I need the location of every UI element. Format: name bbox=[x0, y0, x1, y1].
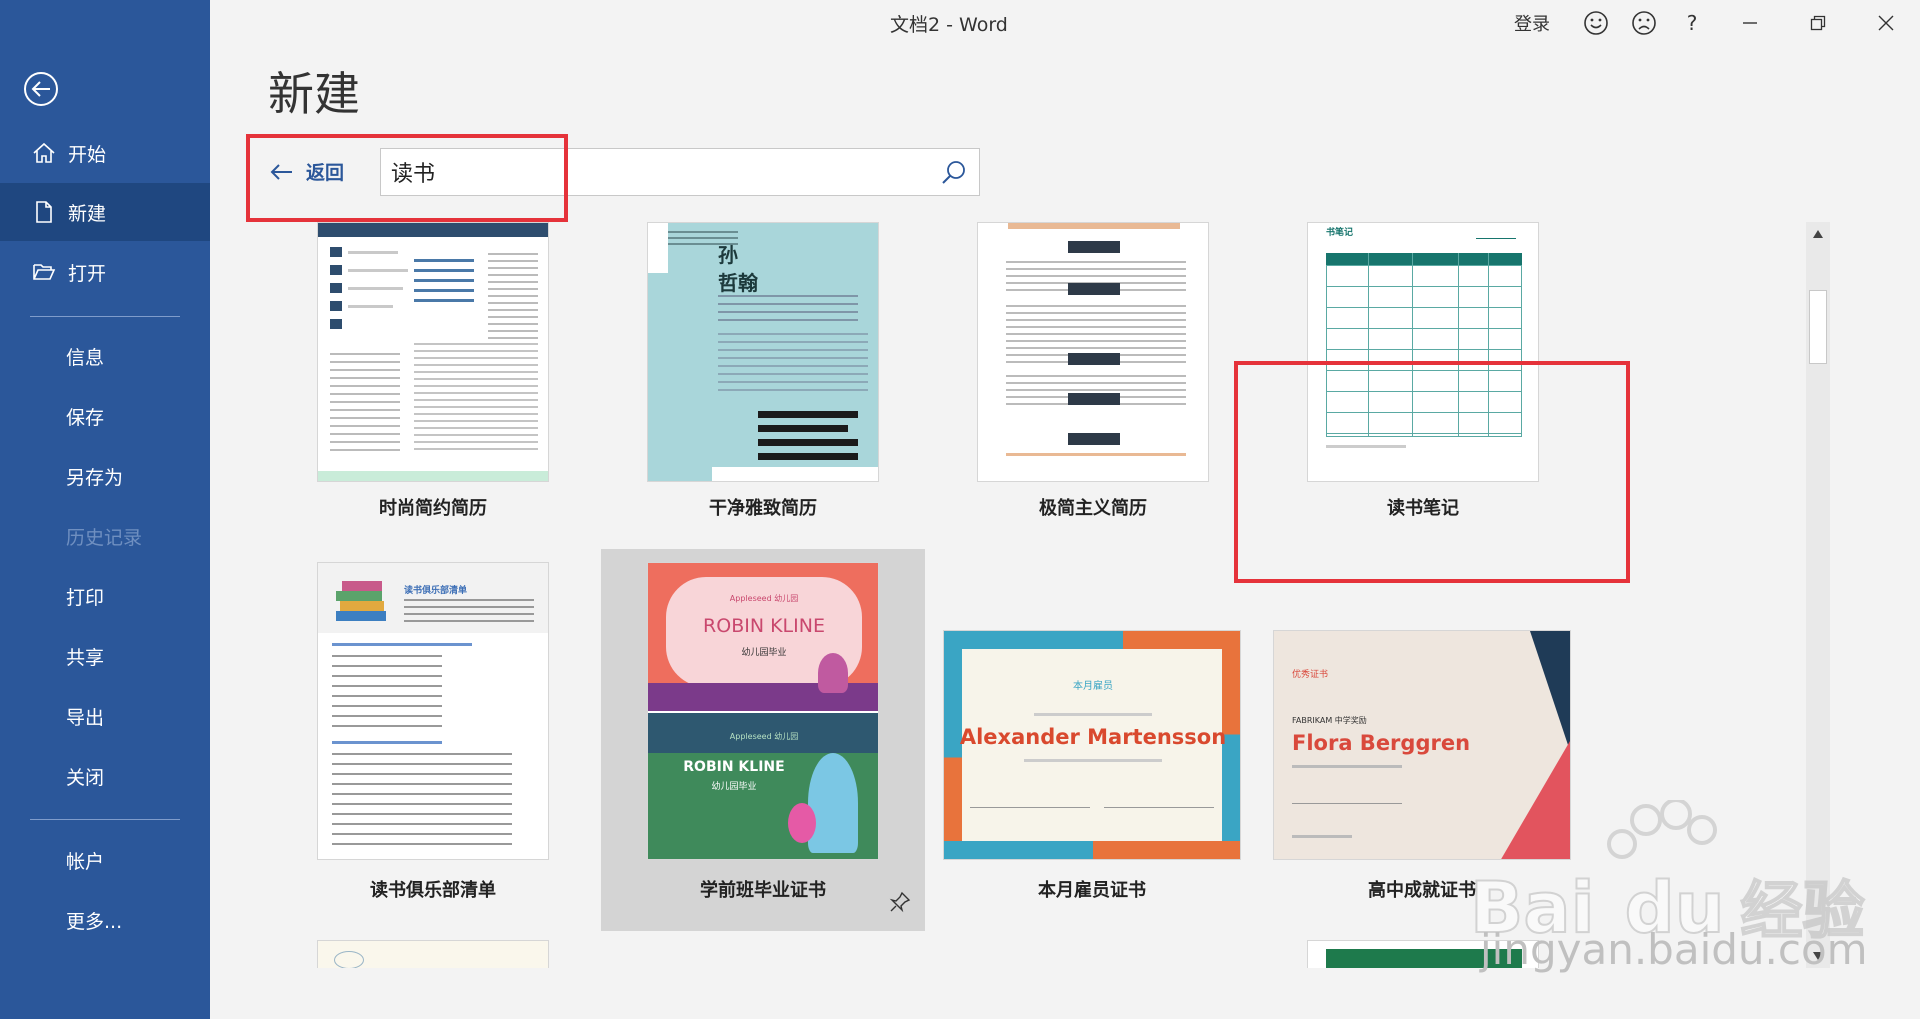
sidebar-item-save[interactable]: 保存 bbox=[0, 387, 210, 445]
arrow-left-icon bbox=[31, 81, 50, 97]
scroll-up-button[interactable] bbox=[1806, 222, 1830, 246]
template-label: 极简主义简历 bbox=[1039, 498, 1147, 519]
template-card-book-club-list[interactable]: 读书俱乐部清单 读书俱乐部清单 bbox=[306, 562, 549, 912]
template-card-fashion-resume[interactable]: 时尚简约简历 bbox=[306, 222, 549, 522]
sidebar-item-export[interactable]: 导出 bbox=[0, 687, 210, 745]
search-icon bbox=[942, 161, 965, 184]
sidebar-item-label: 导出 bbox=[66, 706, 105, 729]
back-link-label: 返回 bbox=[306, 162, 345, 184]
template-thumbnail: 本月雇员 Alexander Martensson bbox=[943, 630, 1241, 860]
template-label: 干净雅致简历 bbox=[709, 498, 817, 519]
sidebar-item-share[interactable]: 共享 bbox=[0, 627, 210, 685]
scrollbar-thumb[interactable] bbox=[1809, 290, 1827, 364]
sidebar-item-history: 历史记录 bbox=[0, 507, 210, 565]
close-window-button[interactable] bbox=[1852, 0, 1920, 46]
page-title: 新建 bbox=[268, 67, 360, 121]
template-card-preschool-certificate[interactable]: Appleseed 幼儿园 ROBIN KLINE 幼儿园毕业 Applesee… bbox=[601, 549, 925, 931]
resume-name-surname: 孙 bbox=[718, 243, 738, 267]
template-thumbnail: 读书俱乐部清单 bbox=[317, 562, 549, 860]
template-label: 读书笔记 bbox=[1387, 498, 1459, 519]
pin-template-button[interactable] bbox=[889, 891, 911, 917]
template-label: 学前班毕业证书 bbox=[700, 880, 826, 901]
sidebar-item-label: 共享 bbox=[66, 646, 105, 669]
sidebar-item-more[interactable]: 更多... bbox=[0, 891, 210, 949]
template-thumbnail: 孙 哲翰 bbox=[647, 222, 879, 482]
help-button[interactable]: ? bbox=[1668, 0, 1716, 46]
template-thumbnail: 书笔记 bbox=[1307, 222, 1539, 482]
sidebar-item-label: 开始 bbox=[68, 143, 107, 166]
template-label: 时尚简约简历 bbox=[379, 498, 487, 519]
sidebar-item-label: 更多... bbox=[66, 910, 123, 933]
smile-icon bbox=[1584, 11, 1608, 35]
template-label: 本月雇员证书 bbox=[1038, 880, 1146, 901]
smile-feedback-button[interactable] bbox=[1572, 0, 1620, 46]
sidebar-divider bbox=[30, 316, 180, 317]
restore-icon bbox=[1810, 15, 1826, 31]
template-thumbnail bbox=[317, 222, 549, 482]
sidebar-item-save-as[interactable]: 另存为 bbox=[0, 447, 210, 505]
sign-in-link[interactable]: 登录 bbox=[1514, 10, 1550, 36]
restore-button[interactable] bbox=[1784, 0, 1852, 46]
sidebar-divider bbox=[30, 819, 180, 820]
search-button[interactable] bbox=[941, 159, 967, 189]
sidebar-item-label: 关闭 bbox=[66, 766, 105, 789]
sidebar-item-label: 新建 bbox=[68, 202, 107, 225]
title-bar: 文档2 - Word 登录 ? bbox=[210, 0, 1920, 46]
template-thumbnail bbox=[317, 940, 549, 968]
sidebar-item-info[interactable]: 信息 bbox=[0, 327, 210, 385]
sidebar-item-print[interactable]: 打印 bbox=[0, 567, 210, 625]
cert-name: ROBIN KLINE bbox=[703, 615, 825, 637]
cert-school: Appleseed 幼儿园 bbox=[729, 594, 799, 603]
frown-feedback-button[interactable] bbox=[1620, 0, 1668, 46]
cert-heading: 优秀证书 bbox=[1292, 670, 1329, 680]
sidebar-item-label: 打印 bbox=[66, 586, 105, 609]
back-link[interactable]: 返回 bbox=[270, 158, 344, 185]
books-icon bbox=[336, 581, 386, 621]
template-thumbnail bbox=[977, 222, 1209, 482]
template-thumbnail: Appleseed 幼儿园 ROBIN KLINE 幼儿园毕业 Applesee… bbox=[647, 562, 879, 860]
sidebar-item-label: 信息 bbox=[66, 346, 105, 369]
watermark-url: jingyan.baidu.com bbox=[1480, 925, 1868, 974]
template-card-minimal-resume[interactable]: 极简主义简历 bbox=[967, 222, 1209, 522]
home-icon bbox=[30, 142, 58, 164]
sidebar-item-label: 打开 bbox=[68, 262, 107, 285]
template-card-partial[interactable] bbox=[317, 940, 549, 968]
cert-name: Alexander Martensson bbox=[959, 725, 1227, 749]
backstage-sidebar: 开始 新建 打开 信息 保存 另存为 历史记录 打印 共享 导出 关闭 帐户 更… bbox=[0, 0, 210, 1019]
new-document-icon bbox=[30, 200, 58, 224]
sidebar-item-label: 保存 bbox=[66, 406, 105, 429]
sidebar-item-new[interactable]: 新建 bbox=[0, 183, 210, 241]
sidebar-item-label: 历史记录 bbox=[66, 526, 143, 549]
template-search-box bbox=[380, 148, 980, 196]
template-card-clean-resume[interactable]: 孙 哲翰 干净雅致简历 bbox=[637, 222, 879, 522]
minimize-icon bbox=[1743, 22, 1757, 24]
pin-icon bbox=[889, 891, 911, 913]
minimize-button[interactable] bbox=[1716, 0, 1784, 46]
arrow-left-icon bbox=[270, 163, 294, 181]
folder-open-icon bbox=[30, 262, 58, 282]
window-title: 文档2 - Word bbox=[890, 14, 1008, 36]
sidebar-item-account[interactable]: 帐户 bbox=[0, 831, 210, 889]
book-club-header: 读书俱乐部清单 bbox=[404, 586, 468, 596]
resume-name-given: 哲翰 bbox=[718, 271, 758, 295]
notes-header: 书笔记 bbox=[1326, 228, 1354, 238]
cert-school: FABRIKAM 中学奖励 bbox=[1292, 716, 1367, 725]
triangle-up-icon bbox=[1813, 230, 1823, 238]
template-card-reading-notes[interactable]: 书笔记 读书笔记 bbox=[1297, 222, 1539, 522]
template-search-input[interactable] bbox=[381, 150, 921, 194]
sidebar-item-label: 帐户 bbox=[66, 850, 105, 873]
sidebar-item-open[interactable]: 打开 bbox=[0, 243, 210, 301]
sidebar-item-home[interactable]: 开始 bbox=[0, 124, 210, 182]
cert-heading: 本月雇员 bbox=[1073, 681, 1113, 692]
sidebar-item-close[interactable]: 关闭 bbox=[0, 747, 210, 805]
close-icon bbox=[1878, 15, 1894, 31]
cert-name: Flora Berggren bbox=[1292, 731, 1471, 755]
cert-sub: 幼儿园毕业 bbox=[741, 648, 787, 658]
template-label: 读书俱乐部清单 bbox=[370, 880, 496, 901]
frown-icon bbox=[1632, 11, 1656, 35]
template-card-employee-certificate[interactable]: 本月雇员 Alexander Martensson 本月雇员证书 bbox=[941, 630, 1241, 930]
sidebar-item-label: 另存为 bbox=[66, 466, 124, 489]
cert-school: Appleseed 幼儿园 bbox=[729, 732, 799, 741]
backstage-back-button[interactable] bbox=[24, 72, 58, 106]
